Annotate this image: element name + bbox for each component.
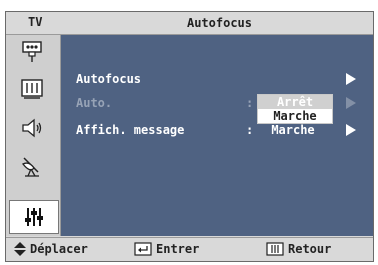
sidebar bbox=[6, 35, 61, 236]
menu-item-autofocus[interactable]: Autofocus bbox=[76, 70, 141, 88]
menu-item-affich-message[interactable]: Affich. message bbox=[76, 121, 184, 139]
footer-move: Déplacer bbox=[14, 242, 88, 256]
separator-colon: : bbox=[246, 96, 254, 110]
chevron-right-icon[interactable] bbox=[346, 73, 356, 85]
option-arret[interactable]: Arrêt bbox=[258, 95, 332, 109]
setup-icon[interactable] bbox=[9, 200, 59, 234]
menu-panel: Autofocus Auto. : Arrêt Marche Affich. m… bbox=[61, 35, 373, 236]
picture-icon[interactable] bbox=[19, 76, 45, 102]
channel-icon[interactable] bbox=[19, 153, 45, 179]
value-popup: Arrêt Marche bbox=[257, 94, 333, 124]
up-down-icon bbox=[14, 242, 26, 256]
menu-item-auto: Auto. bbox=[76, 94, 112, 112]
footer-return: Retour bbox=[266, 242, 331, 256]
tv-osd: TV Autofocus Autofocus Auto.: Arrêt Mar… bbox=[0, 0, 378, 265]
footer-return-label: Retour bbox=[288, 242, 332, 256]
input-icon[interactable] bbox=[19, 39, 45, 65]
chevron-right-icon[interactable] bbox=[346, 124, 356, 136]
footer-enter: Entrer bbox=[134, 242, 199, 256]
footer-bar: Déplacer Entrer Retour bbox=[6, 237, 373, 261]
sound-icon[interactable] bbox=[19, 115, 45, 141]
footer-enter-label: Entrer bbox=[156, 242, 200, 256]
menu-frame: TV Autofocus Autofocus Auto.: Arrêt Mar… bbox=[5, 11, 374, 262]
menu-item-label: Auto. bbox=[76, 96, 113, 110]
page-title: Autofocus bbox=[186, 16, 253, 30]
chevron-right-icon bbox=[346, 97, 356, 109]
menu-icon bbox=[266, 242, 284, 256]
footer-move-label: Déplacer bbox=[30, 242, 88, 256]
header-bar: TV Autofocus bbox=[6, 12, 373, 35]
enter-icon bbox=[134, 242, 152, 256]
menu-item-value: Marche bbox=[271, 123, 315, 137]
tv-label: TV bbox=[28, 15, 43, 29]
menu-item-label: Autofocus bbox=[76, 72, 142, 86]
menu-item-label: Affich. message bbox=[76, 123, 185, 137]
separator-colon: : bbox=[246, 123, 254, 137]
